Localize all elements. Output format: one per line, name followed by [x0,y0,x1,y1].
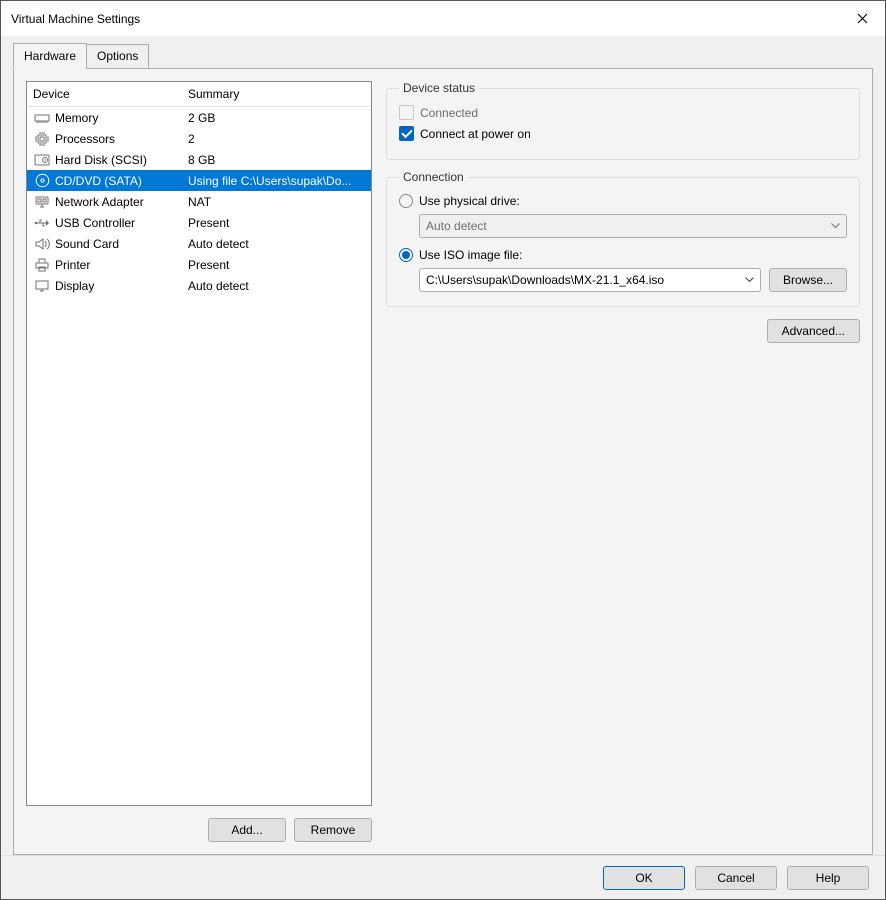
titlebar: Virtual Machine Settings [1,1,885,36]
device-summary: Present [188,216,371,230]
connected-checkbox-row[interactable]: Connected [399,105,847,120]
close-button[interactable] [839,1,885,36]
memory-icon [33,110,51,126]
iso-file-row[interactable]: Use ISO image file: [399,248,847,262]
device-summary: Present [188,258,371,272]
chevron-down-icon [831,223,840,229]
window-title: Virtual Machine Settings [11,12,140,26]
chevron-down-icon [745,277,754,283]
device-summary: NAT [188,195,371,209]
device-row-display[interactable]: DisplayAuto detect [27,275,371,296]
device-row-printer[interactable]: PrinterPresent [27,254,371,275]
net-icon [33,194,51,210]
cd-icon [33,173,51,189]
device-name: Network Adapter [55,195,188,209]
device-list-header: Device Summary [27,82,371,107]
iso-file-label: Use ISO image file: [419,248,522,262]
device-name: Hard Disk (SCSI) [55,153,188,167]
usb-icon [33,215,51,231]
physical-drive-label: Use physical drive: [419,194,520,208]
cpu-icon [33,131,51,147]
tab-options[interactable]: Options [86,44,149,69]
poweron-label: Connect at power on [420,127,531,141]
device-name: CD/DVD (SATA) [55,174,188,188]
iso-path-value: C:\Users\supak\Downloads\MX-21.1_x64.iso [426,273,664,287]
cancel-button[interactable]: Cancel [695,866,777,890]
ok-button[interactable]: OK [603,866,685,890]
remove-device-button[interactable]: Remove [294,818,372,842]
printer-icon [33,257,51,273]
device-summary: Using file C:\Users\supak\Do... [188,174,371,188]
device-summary: Auto detect [188,237,371,251]
advanced-button[interactable]: Advanced... [767,319,860,343]
browse-button[interactable]: Browse... [769,268,847,292]
connection-group: Connection Use physical drive: Auto dete… [386,170,860,307]
device-status-legend: Device status [399,81,479,95]
device-list[interactable]: Device Summary Memory2 GBProcessors2Hard… [26,81,372,806]
sound-icon [33,236,51,252]
disk-icon [33,152,51,168]
device-rows: Memory2 GBProcessors2Hard Disk (SCSI)8 G… [27,107,371,805]
iso-path-combo[interactable]: C:\Users\supak\Downloads\MX-21.1_x64.iso [419,268,761,292]
device-summary: Auto detect [188,279,371,293]
poweron-checkbox-row[interactable]: Connect at power on [399,126,847,141]
device-buttons: Add... Remove [26,818,372,842]
poweron-checkbox[interactable] [399,126,414,141]
dialog-footer: OK Cancel Help [1,855,885,899]
physical-drive-value: Auto detect [426,219,487,233]
column-summary[interactable]: Summary [188,87,365,101]
device-row-memory[interactable]: Memory2 GB [27,107,371,128]
tabpage-hardware: Device Summary Memory2 GBProcessors2Hard… [13,68,873,855]
iso-file-radio[interactable] [399,248,413,262]
connected-label: Connected [420,106,478,120]
connected-checkbox[interactable] [399,105,414,120]
device-name: Memory [55,111,188,125]
device-row-cd[interactable]: CD/DVD (SATA)Using file C:\Users\supak\D… [27,170,371,191]
device-row-usb[interactable]: USB ControllerPresent [27,212,371,233]
device-row-cpu[interactable]: Processors2 [27,128,371,149]
right-panel: Device status Connected Connect at power… [386,81,860,842]
tab-hardware[interactable]: Hardware [13,43,87,69]
connection-legend: Connection [399,170,468,184]
device-row-net[interactable]: Network AdapterNAT [27,191,371,212]
close-icon [857,13,868,24]
physical-drive-row[interactable]: Use physical drive: [399,194,847,208]
column-device[interactable]: Device [33,87,188,101]
device-row-sound[interactable]: Sound CardAuto detect [27,233,371,254]
physical-drive-combo[interactable]: Auto detect [419,214,847,238]
display-icon [33,278,51,294]
device-summary: 8 GB [188,153,371,167]
device-name: USB Controller [55,216,188,230]
device-summary: 2 GB [188,111,371,125]
physical-drive-radio[interactable] [399,194,413,208]
device-name: Display [55,279,188,293]
device-name: Printer [55,258,188,272]
device-name: Processors [55,132,188,146]
left-panel: Device Summary Memory2 GBProcessors2Hard… [26,81,372,842]
help-button[interactable]: Help [787,866,869,890]
device-row-disk[interactable]: Hard Disk (SCSI)8 GB [27,149,371,170]
tabstrip: Hardware Options [13,44,873,69]
dialog-body: Hardware Options Device Summary Memory2 … [1,36,885,855]
add-device-button[interactable]: Add... [208,818,286,842]
settings-window: Virtual Machine Settings Hardware Option… [0,0,886,900]
device-summary: 2 [188,132,371,146]
device-name: Sound Card [55,237,188,251]
device-status-group: Device status Connected Connect at power… [386,81,860,160]
